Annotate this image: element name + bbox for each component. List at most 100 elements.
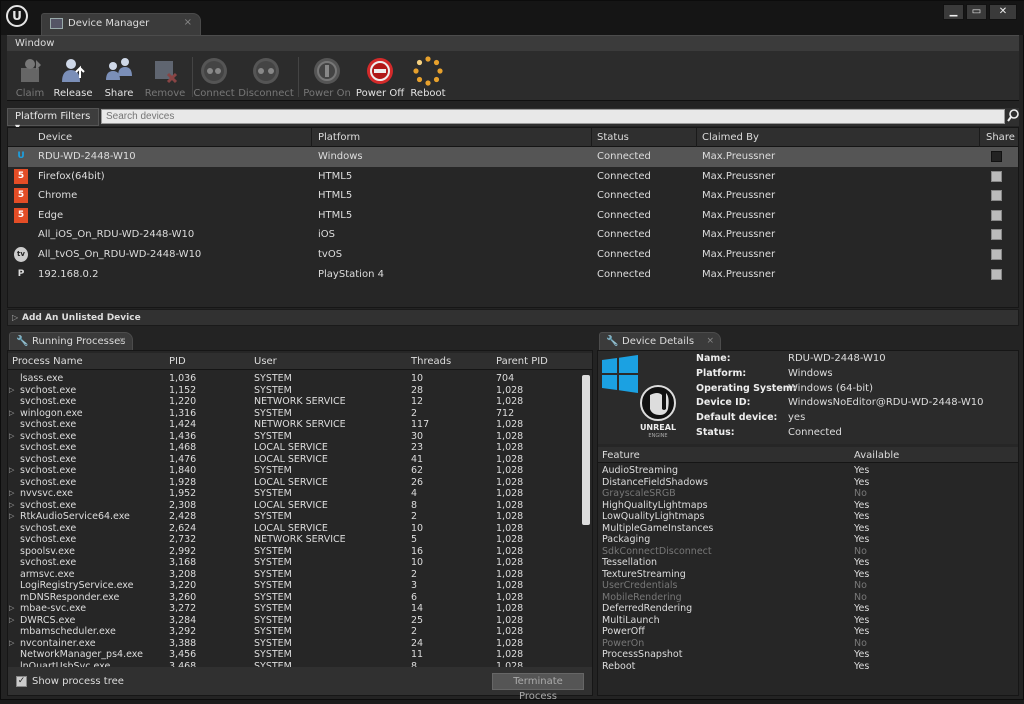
process-row[interactable]: spoolsv.exe 2,992 SYSTEM 16 1,028 (8, 546, 580, 558)
expand-arrow-icon[interactable]: ▷ (9, 385, 14, 396)
process-row[interactable]: ▷ svchost.exe 1,840 SYSTEM 62 1,028 (8, 465, 580, 477)
process-row[interactable]: svchost.exe 2,732 NETWORK SERVICE 5 1,028 (8, 534, 580, 546)
expand-arrow-icon[interactable]: ▷ (9, 511, 14, 522)
device-row[interactable]: All_iOS_On_RDU-WD-2448-W10 iOS Connected Ma… (8, 225, 1018, 245)
col-platform[interactable]: Platform (318, 132, 360, 143)
power-off-button[interactable]: Power Off (356, 54, 404, 100)
menu-window[interactable]: Window (15, 38, 54, 49)
feature-row[interactable]: Tessellation Yes (598, 557, 1018, 569)
feature-row[interactable]: MultiLaunch Yes (598, 615, 1018, 627)
expand-arrow-icon[interactable]: ▷ (9, 638, 14, 649)
feature-row[interactable]: HighQualityLightmaps Yes (598, 500, 1018, 512)
share-checkbox[interactable] (991, 268, 1002, 280)
process-row[interactable]: svchost.exe 1,928 LOCAL SERVICE 26 1,028 (8, 477, 580, 489)
unreal-logo-icon[interactable]: U (6, 5, 28, 27)
process-row[interactable]: ▷ RtkAudioService64.exe 2,428 SYSTEM 2 1,028 (8, 511, 580, 523)
feature-row[interactable]: ProcessSnapshot Yes (598, 649, 1018, 661)
expand-arrow-icon[interactable]: ▷ (9, 465, 14, 476)
process-row[interactable]: svchost.exe 3,168 SYSTEM 10 1,028 (8, 557, 580, 569)
reboot-button[interactable]: Reboot (405, 54, 451, 100)
search-devices-input[interactable] (101, 109, 1005, 124)
col-parent-pid[interactable]: Parent PID (496, 356, 548, 367)
share-checkbox[interactable] (991, 229, 1002, 241)
col-feature[interactable]: Feature (602, 450, 640, 461)
tab-close-icon[interactable]: × (184, 17, 192, 28)
device-row[interactable]: 5 Edge HTML5 Connected Max.Preussner (8, 206, 1018, 226)
feature-row[interactable]: GrayscaleSRGB No (598, 488, 1018, 500)
process-row[interactable]: ▷ svchost.exe 2,308 LOCAL SERVICE 8 1,028 (8, 500, 580, 512)
process-row[interactable]: ▷ nvvsvc.exe 1,952 SYSTEM 4 1,028 (8, 488, 580, 500)
process-row[interactable]: ▷ svchost.exe 1,152 SYSTEM 28 1,028 (8, 385, 580, 397)
feature-row[interactable]: SdkConnectDisconnect No (598, 546, 1018, 558)
feature-row[interactable]: DistanceFieldShadows Yes (598, 477, 1018, 489)
feature-row[interactable]: LowQualityLightmaps Yes (598, 511, 1018, 523)
feature-row[interactable]: MultipleGameInstances Yes (598, 523, 1018, 535)
share-checkbox[interactable] (991, 190, 1002, 202)
tab-device-manager[interactable]: Device Manager × (41, 13, 201, 35)
share-checkbox[interactable] (991, 170, 1002, 182)
remove-button[interactable]: Remove (142, 54, 188, 100)
process-row[interactable]: ▷ DWRCS.exe 3,284 SYSTEM 25 1,028 (8, 615, 580, 627)
minimize-button[interactable]: ▁ (943, 4, 964, 20)
expand-arrow-icon[interactable]: ▷ (9, 615, 14, 626)
share-checkbox[interactable] (991, 151, 1002, 162)
feature-row[interactable]: AudioStreaming Yes (598, 465, 1018, 477)
feature-row[interactable]: PowerOn No (598, 638, 1018, 650)
process-row[interactable]: ▷ svchost.exe 1,436 SYSTEM 30 1,028 (8, 431, 580, 443)
tab-close-icon[interactable]: × (706, 336, 714, 346)
device-row[interactable]: 5 Firefox(64bit) HTML5 Connected Max.Preussn… (8, 167, 1018, 187)
process-row[interactable]: svchost.exe 2,624 LOCAL SERVICE 10 1,028 (8, 523, 580, 535)
disconnect-button[interactable]: Disconnect (238, 54, 294, 100)
close-button[interactable]: ✕ (989, 4, 1017, 20)
platform-filters-button[interactable]: Platform Filters ▾ (7, 108, 99, 133)
process-row[interactable]: LogiRegistryService.exe 3,220 SYSTEM 3 1,028 (8, 580, 580, 592)
process-row[interactable]: ▷ nvcontainer.exe 3,388 SYSTEM 24 1,028 (8, 638, 580, 650)
expand-arrow-icon[interactable]: ▷ (9, 488, 14, 499)
process-row[interactable]: ▷ winlogon.exe 1,316 SYSTEM 2 712 (8, 408, 580, 420)
col-claimed-by[interactable]: Claimed By (702, 132, 759, 143)
process-row[interactable]: mDNSResponder.exe 3,260 SYSTEM 6 1,028 (8, 592, 580, 604)
feature-row[interactable]: TextureStreaming Yes (598, 569, 1018, 581)
expand-arrow-icon[interactable]: ▷ (9, 500, 14, 511)
process-row[interactable]: svchost.exe 1,476 LOCAL SERVICE 41 1,028 (8, 454, 580, 466)
device-row[interactable]: P 192.168.0.2 PlayStation 4 Connected Max.Pr… (8, 265, 1018, 285)
process-row[interactable]: svchost.exe 1,468 LOCAL SERVICE 23 1,028 (8, 442, 580, 454)
terminate-process-button[interactable]: Terminate Process (492, 673, 584, 702)
col-pid[interactable]: PID (169, 356, 186, 367)
expand-arrow-icon[interactable]: ▷ (9, 431, 14, 442)
device-row[interactable]: tv All_tvOS_On_RDU-WD-2448-W10 tvOS Connect… (8, 245, 1018, 265)
col-process-name[interactable]: Process Name (12, 356, 83, 367)
maximize-button[interactable]: ▭ (966, 4, 987, 20)
feature-row[interactable]: DeferredRendering Yes (598, 603, 1018, 615)
add-unlisted-device-expander[interactable]: ▷ Add An Unlisted Device (7, 309, 1019, 326)
share-checkbox[interactable] (991, 209, 1002, 221)
feature-row[interactable]: UserCredentials No (598, 580, 1018, 592)
col-status[interactable]: Status (597, 132, 629, 143)
show-process-tree-checkbox[interactable]: ✓ (16, 676, 27, 687)
tab-device-details[interactable]: 🔧 Device Details × (599, 332, 721, 350)
feature-row[interactable]: Reboot Yes (598, 661, 1018, 673)
col-threads[interactable]: Threads (411, 356, 451, 367)
col-user[interactable]: User (254, 356, 277, 367)
device-row[interactable]: 5 Chrome HTML5 Connected Max.Preussner (8, 186, 1018, 206)
tab-running-processes[interactable]: 🔧 Running Processes × (9, 332, 133, 350)
search-icon[interactable] (1007, 109, 1019, 123)
process-row[interactable]: svchost.exe 1,424 NETWORK SERVICE 117 1,028 (8, 419, 580, 431)
col-available[interactable]: Available (854, 450, 899, 461)
share-checkbox[interactable] (991, 249, 1002, 260)
col-share[interactable]: Share (986, 132, 1015, 143)
process-row[interactable]: armsvc.exe 3,208 SYSTEM 2 1,028 (8, 569, 580, 581)
feature-row[interactable]: Packaging Yes (598, 534, 1018, 546)
device-row[interactable]: U RDU-WD-2448-W10 Windows Connected Max.Preu… (8, 147, 1018, 167)
col-device[interactable]: Device (38, 132, 72, 143)
power-on-button[interactable]: Power On (303, 54, 351, 100)
feature-row[interactable]: MobileRendering No (598, 592, 1018, 604)
expand-arrow-icon[interactable]: ▷ (9, 603, 14, 614)
process-list-scrollbar[interactable] (582, 375, 590, 525)
process-row[interactable]: svchost.exe 1,220 NETWORK SERVICE 12 1,028 (8, 396, 580, 408)
process-row[interactable]: ▷ mbae-svc.exe 3,272 SYSTEM 14 1,028 (8, 603, 580, 615)
expand-arrow-icon[interactable]: ▷ (9, 408, 14, 419)
tab-close-icon[interactable]: × (118, 336, 126, 346)
connect-button[interactable]: Connect (191, 54, 237, 100)
process-row[interactable]: lsass.exe 1,036 SYSTEM 10 704 (8, 373, 580, 385)
